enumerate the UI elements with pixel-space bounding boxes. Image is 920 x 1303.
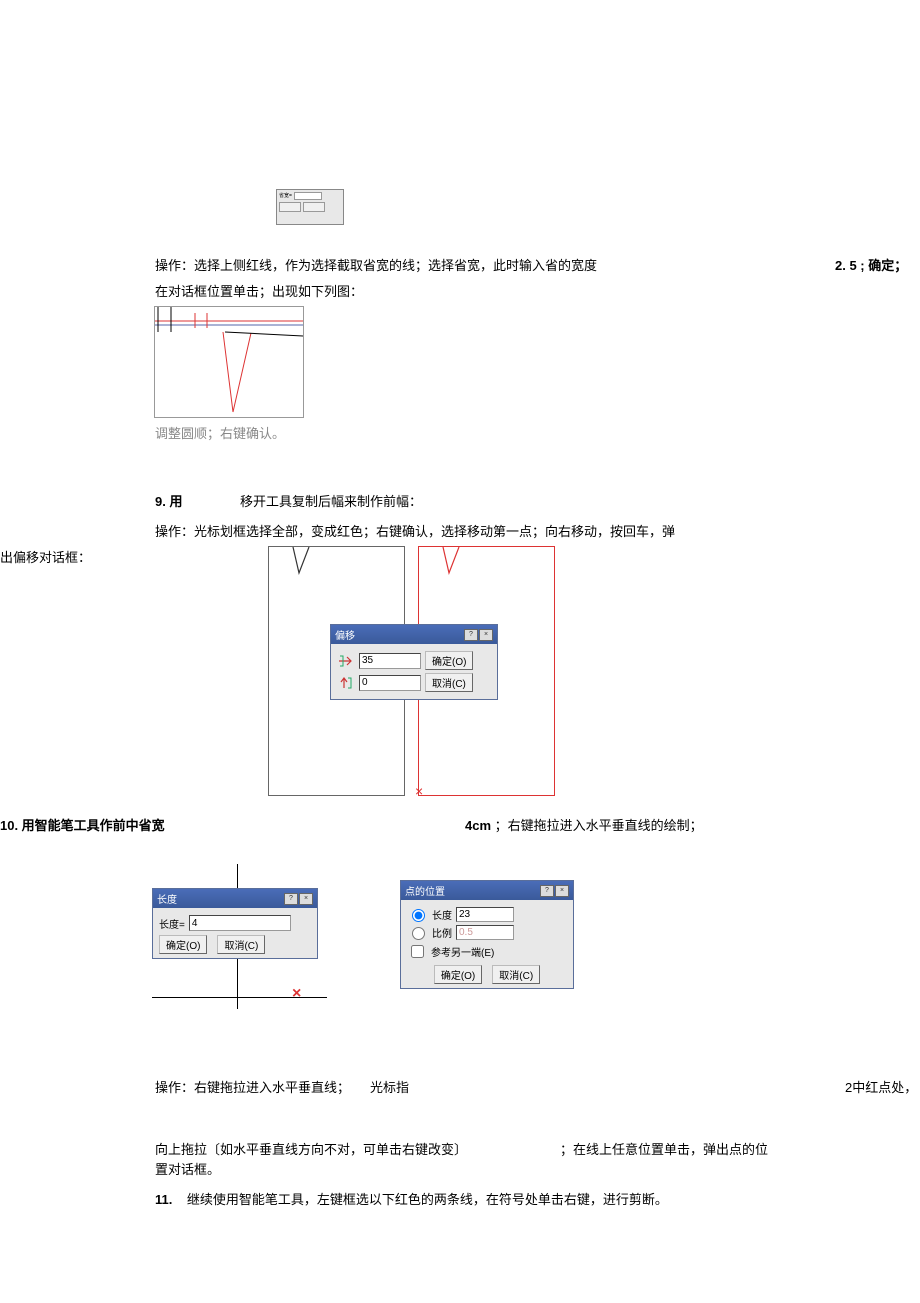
fig1-caption: 调整圆顺；右键确认。 <box>155 422 285 447</box>
step10-left: 10. 用智能笔工具作前中省宽 <box>0 814 165 839</box>
document-page: 省宽= 操作：选择上侧红线，作为选择截取省宽的线；选择省宽，此时输入省的宽度 2… <box>0 0 920 1303</box>
step9-title: 移开工具复制后幅来制作前幅： <box>240 490 422 515</box>
cross-icon: × <box>415 783 423 799</box>
step9-op1: 操作：光标划框选择全部，变成红色；右键确认，选择移动第一点；向右移动，按回车，弹 <box>155 520 905 545</box>
help-icon[interactable]: ? <box>464 629 478 641</box>
point-length-input[interactable] <box>456 907 514 922</box>
length-ok-button[interactable]: 确定(O) <box>159 935 207 954</box>
p10-line1a: 操作：右键拖拉进入水平垂直线； <box>155 1076 350 1101</box>
length-label: 长度= <box>159 916 185 931</box>
point-ratio-input[interactable] <box>456 925 514 940</box>
ref-other-end-checkbox[interactable] <box>411 945 424 958</box>
step9-num: 9. 用 <box>155 490 182 515</box>
offset-dialog: 偏移 ? × 确定(O) <box>330 624 498 700</box>
close-icon[interactable]: × <box>299 893 313 905</box>
point-length-label: 长度 <box>432 907 452 922</box>
p1-line2: 在对话框位置单击；出现如下列图： <box>155 280 363 305</box>
step9-op2: 出偏移对话框： <box>0 546 91 571</box>
mini-dialog-figure: 省宽= <box>276 189 344 225</box>
length-dialog: 长度 ? × 长度= 确定(O) 取消(C) <box>152 888 318 959</box>
p10-line2b: ；在线上任意位置单击，弹出点的位 <box>560 1138 768 1163</box>
red-cross-icon: × <box>292 985 301 1003</box>
offset-dialog-title: 偏移 <box>335 627 355 642</box>
close-icon[interactable]: × <box>479 629 493 641</box>
p1-line1b: 2. 5 ; 确定； <box>835 254 907 279</box>
p10-line3: 置对话框。 <box>155 1158 220 1183</box>
step11-num: 11. <box>155 1192 172 1207</box>
ref-other-end-label: 参考另一端(E) <box>431 944 494 959</box>
length-dialog-title: 长度 <box>157 891 177 906</box>
ratio-radio[interactable] <box>412 927 425 940</box>
offset-x-input[interactable] <box>359 653 421 669</box>
point-cancel-button[interactable]: 取消(C) <box>492 965 540 984</box>
step11-text: 继续使用智能笔工具，左键框选以下红色的两条线，在符号处单击右键，进行剪断。 <box>187 1192 668 1207</box>
figure-length: × 长度 ? × 长度= 确定(O) 取消(C) <box>152 864 327 1009</box>
dart-width-dialog: 省宽= <box>276 189 344 225</box>
point-dialog-title: 点的位置 <box>405 883 445 898</box>
length-input[interactable] <box>189 915 291 931</box>
help-icon[interactable]: ? <box>284 893 298 905</box>
length-cancel-button[interactable]: 取消(C) <box>217 935 265 954</box>
help-icon[interactable]: ? <box>540 885 554 897</box>
p10-line1b: 光标指 <box>370 1076 409 1101</box>
offset-ok-button[interactable]: 确定(O) <box>425 651 473 670</box>
offset-cancel-button[interactable]: 取消(C) <box>425 673 473 692</box>
close-icon[interactable]: × <box>555 885 569 897</box>
offset-y-input[interactable] <box>359 675 421 691</box>
dart-width-label: 省宽= <box>279 192 292 200</box>
y-arrow-icon <box>337 676 355 690</box>
figure-v-line <box>154 306 304 418</box>
step11: 11. 继续使用智能笔工具，左键框选以下红色的两条线，在符号处单击右键，进行剪断… <box>155 1188 668 1213</box>
step10-mid: 4cm ；右键拖拉进入水平垂直线的绘制； <box>465 814 703 839</box>
offset-dialog-titlebar: 偏移 ? × <box>331 625 497 644</box>
point-position-dialog: 点的位置 ? × 长度 比例 参考另 <box>400 880 574 989</box>
x-arrow-icon <box>337 654 355 668</box>
p1-line1a: 操作：选择上侧红线，作为选择截取省宽的线；选择省宽，此时输入省的宽度 <box>155 258 597 273</box>
mini-cancel-button[interactable] <box>303 202 325 212</box>
p10-line1c: 2中红点处， <box>845 1076 917 1101</box>
length-radio[interactable] <box>412 909 425 922</box>
figure-offset: × 偏移 ? × 确定(O) <box>268 546 558 801</box>
point-ok-button[interactable]: 确定(O) <box>434 965 482 984</box>
dart-width-input[interactable] <box>294 192 322 200</box>
point-ratio-label: 比例 <box>432 925 452 940</box>
paragraph-1: 操作：选择上侧红线，作为选择截取省宽的线；选择省宽，此时输入省的宽度 <box>155 254 905 279</box>
mini-ok-button[interactable] <box>279 202 301 212</box>
